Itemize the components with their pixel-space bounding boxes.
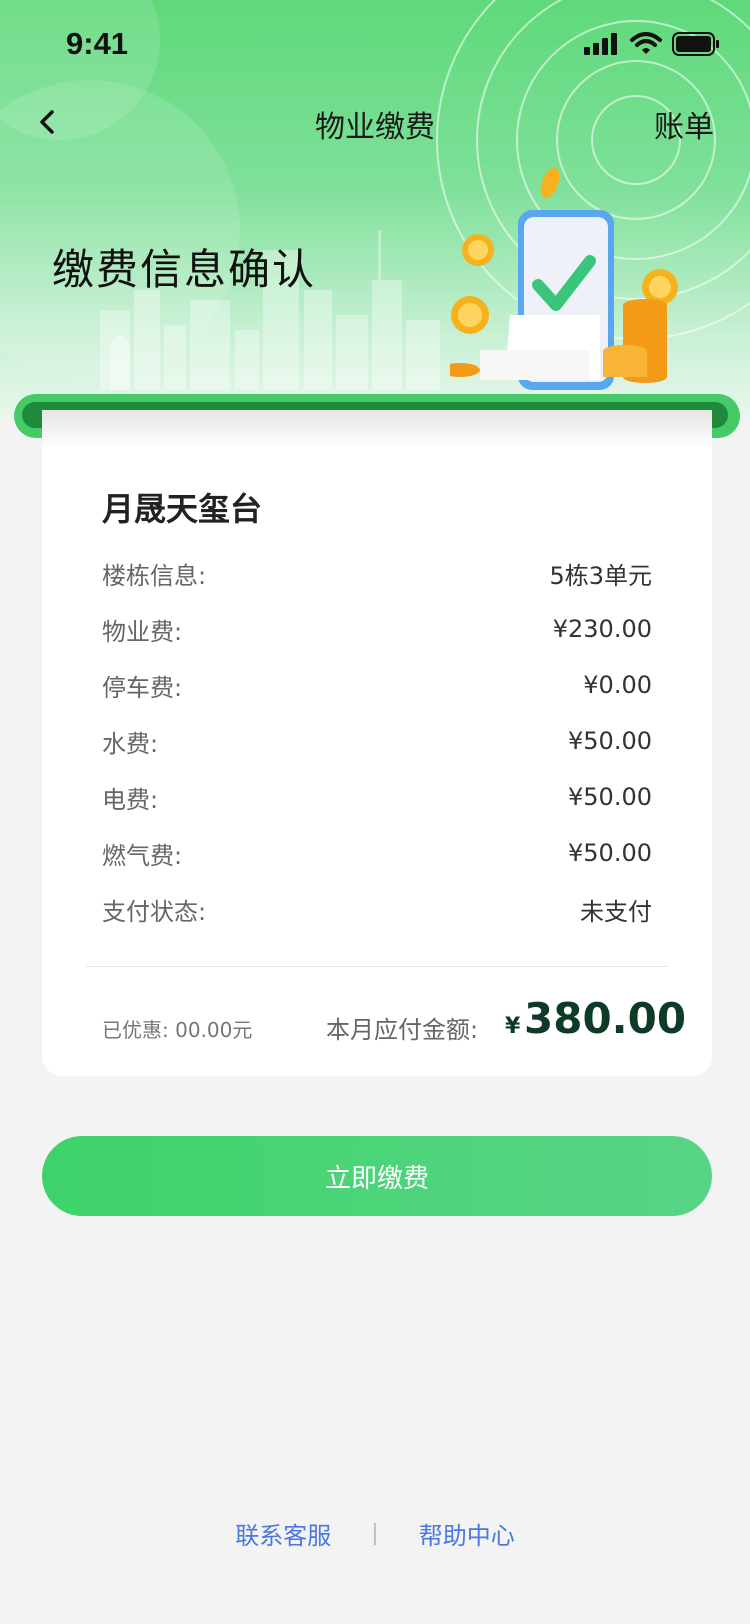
phone-payment-illustration <box>450 167 678 390</box>
wifi-icon <box>630 32 662 54</box>
row-label: 燃气费: <box>102 841 183 870</box>
row-value: ¥50.00 <box>568 839 652 867</box>
status-icons <box>584 32 720 56</box>
info-row: 燃气费: ¥50.00 <box>102 833 652 873</box>
footer-links: 联系客服 | 帮助中心 <box>0 1516 750 1551</box>
info-row: 电费: ¥50.00 <box>102 777 652 817</box>
row-value: ¥50.00 <box>568 727 652 755</box>
row-label: 停车费: <box>102 673 183 702</box>
row-value: ¥0.00 <box>583 671 652 699</box>
row-value: 5栋3单元 <box>549 561 652 590</box>
row-value: ¥230.00 <box>552 615 652 643</box>
info-row: 物业费: ¥230.00 <box>102 609 652 649</box>
row-label: 楼栋信息: <box>102 561 207 590</box>
estate-name: 月晟天玺台 <box>102 490 263 528</box>
row-label: 水费: <box>102 729 159 758</box>
pay-now-button[interactable]: 立即缴费 <box>42 1136 712 1216</box>
page-title: 物业缴费 <box>315 110 435 145</box>
discount-text: 已优惠: 00.00元 <box>102 1018 253 1042</box>
status-time: 9:41 <box>66 26 129 61</box>
card-top-shadow <box>42 410 712 450</box>
signal-icon <box>584 33 617 55</box>
hero-title: 缴费信息确认 <box>52 245 317 294</box>
contact-service-link[interactable]: 联系客服 <box>235 1516 331 1551</box>
row-label: 物业费: <box>102 617 183 646</box>
amount-due-value: 380.00 <box>524 994 687 1043</box>
info-row: 停车费: ¥0.00 <box>102 665 652 705</box>
help-center-link[interactable]: 帮助中心 <box>419 1516 515 1551</box>
bill-link[interactable]: 账单 <box>654 102 714 146</box>
info-row: 支付状态: 未支付 <box>102 889 652 929</box>
row-value: ¥50.00 <box>568 783 652 811</box>
currency-symbol: ¥ <box>505 1014 521 1039</box>
info-row: 楼栋信息: 5栋3单元 <box>102 553 652 593</box>
footer-separator: | <box>371 1521 379 1546</box>
info-row: 水费: ¥50.00 <box>102 721 652 761</box>
payment-status: 未支付 <box>580 897 652 926</box>
hero-banner: 9:41 物业缴费 账单 缴费信息确认 <box>0 0 750 420</box>
card-divider <box>86 966 668 967</box>
battery-icon <box>672 32 719 56</box>
row-label: 电费: <box>102 785 159 814</box>
amount-due-label: 本月应付金额: <box>326 1016 479 1044</box>
row-label: 支付状态: <box>102 897 207 926</box>
